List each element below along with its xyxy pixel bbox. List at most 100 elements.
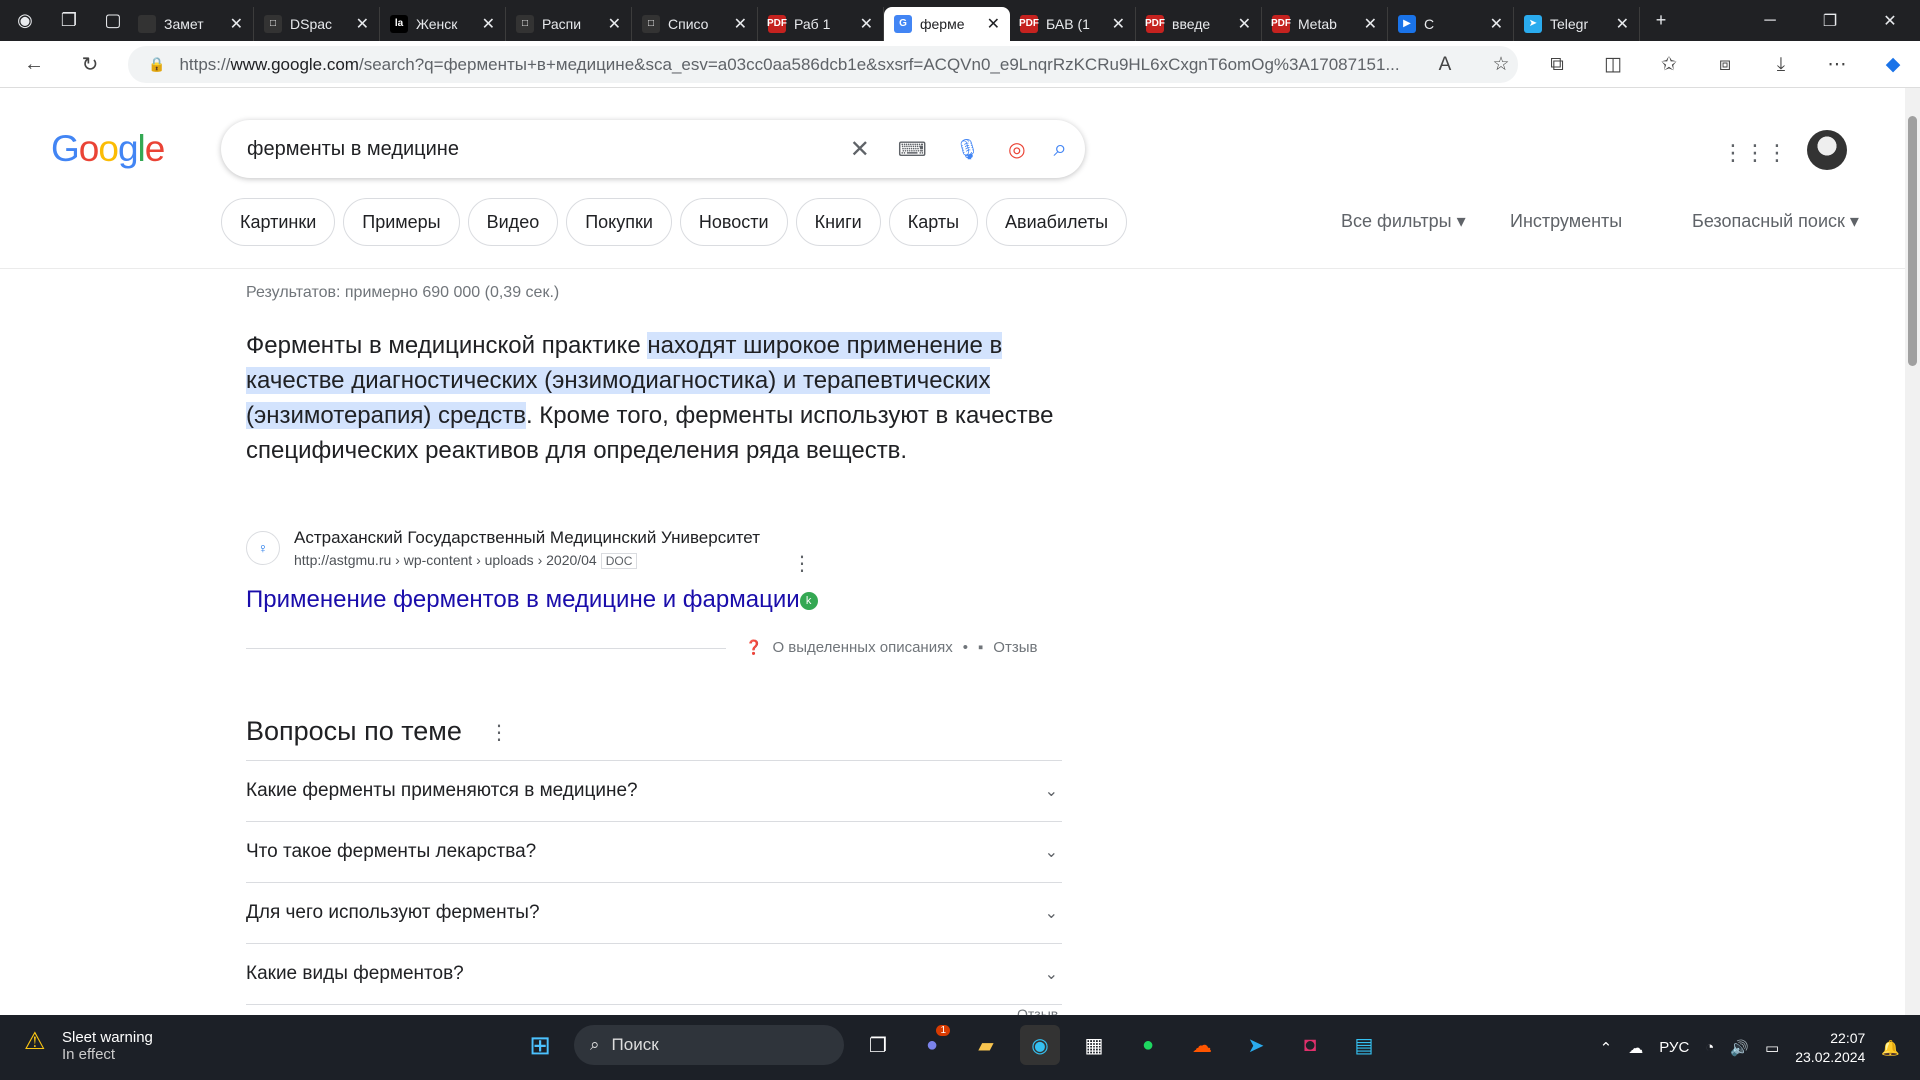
tab-6[interactable]: G ферме ✕ — [884, 6, 1010, 41]
tab-1[interactable]: □ DSpac ✕ — [254, 6, 380, 41]
tab-3[interactable]: □ Распи ✕ — [506, 6, 632, 41]
edge-icon[interactable]: ◉ — [1020, 1025, 1060, 1065]
downloads-icon[interactable]: ⤓ — [1764, 54, 1798, 76]
paa-question[interactable]: Какие виды ферментов? ⌄ — [246, 944, 1062, 1005]
tab-close-icon[interactable]: ✕ — [860, 14, 873, 34]
tab-close-icon[interactable]: ✕ — [1112, 14, 1125, 34]
read-aloud-icon[interactable]: A — [1428, 54, 1462, 76]
tab-close-icon[interactable]: ✕ — [608, 14, 621, 34]
snippet-source[interactable]: ♀ Астраханский Государственный Медицинск… — [246, 528, 760, 569]
spotify-icon[interactable]: ● — [1128, 1025, 1168, 1065]
language-indicator[interactable]: РУС — [1659, 1039, 1689, 1056]
tab-title: Metab — [1298, 15, 1337, 32]
search-icon[interactable]: ⌕ — [1054, 135, 1067, 163]
weather-widget[interactable]: ⚠ Sleet warning In effect — [24, 1029, 153, 1064]
paa-question[interactable]: Что такое ферменты лекарства? ⌄ — [246, 822, 1062, 883]
app-icon[interactable]: ▤ — [1344, 1025, 1384, 1065]
collections-icon[interactable]: ⧈ — [1708, 54, 1742, 76]
clock[interactable]: 22:07 23.02.2024 — [1795, 1029, 1865, 1067]
start-icon[interactable]: ⊞ — [520, 1025, 560, 1065]
chip-5[interactable]: Книги — [795, 198, 881, 246]
tab-close-icon[interactable]: ✕ — [1490, 14, 1503, 34]
paa-question[interactable]: Для чего используют ферменты? ⌄ — [246, 883, 1062, 944]
tray-overflow-icon[interactable]: ⌃ — [1600, 1039, 1613, 1057]
profile-icon[interactable]: ◉ — [10, 6, 40, 36]
lens-icon[interactable]: ◎ — [1008, 137, 1025, 162]
avatar[interactable] — [1807, 130, 1847, 170]
chat-icon[interactable]: ● 1 — [912, 1025, 952, 1065]
tab-8[interactable]: PDF введе ✕ — [1136, 6, 1262, 41]
tab-close-icon[interactable]: ✕ — [734, 14, 747, 34]
apps-grid-icon[interactable]: ⋮⋮⋮ — [1722, 140, 1788, 166]
tab-close-icon[interactable]: ✕ — [987, 14, 1000, 34]
task-view-icon[interactable]: ❐ — [858, 1025, 898, 1065]
store-icon[interactable]: ▦ — [1074, 1025, 1114, 1065]
workspaces-icon[interactable]: ❐ — [54, 6, 84, 36]
network-status-icon[interactable]: ☁ — [1628, 1039, 1643, 1057]
google-logo[interactable]: Google — [51, 128, 165, 170]
taskbar-search[interactable]: ⌕ Поиск — [574, 1025, 844, 1065]
safe-search-button[interactable]: Безопасный поиск ▾ — [1692, 211, 1859, 232]
file-explorer-icon[interactable]: ▰ — [966, 1025, 1006, 1065]
tab-close-icon[interactable]: ✕ — [1616, 14, 1629, 34]
tab-close-icon[interactable]: ✕ — [482, 14, 495, 34]
notifications-icon[interactable]: 🔔 — [1881, 1039, 1900, 1057]
featured-feedback-link[interactable]: Отзыв — [993, 639, 1037, 656]
url-domain: www.google.com — [230, 54, 359, 74]
tab-0[interactable]: Замет ✕ — [128, 6, 254, 41]
tab-11[interactable]: ➤ Telegr ✕ — [1514, 6, 1640, 41]
paa-more-icon[interactable]: ⋮ — [489, 720, 509, 745]
tab-7[interactable]: PDF БАВ (1 ✕ — [1010, 6, 1136, 41]
instagram-icon[interactable]: ◘ — [1290, 1025, 1330, 1065]
tab-close-icon[interactable]: ✕ — [1364, 14, 1377, 34]
battery-icon[interactable]: ▭ — [1765, 1039, 1779, 1057]
extensions-icon[interactable]: ⧉ — [1540, 54, 1574, 76]
chip-4[interactable]: Новости — [679, 198, 788, 246]
tab-close-icon[interactable]: ✕ — [1238, 14, 1251, 34]
split-screen-icon[interactable]: ◫ — [1596, 53, 1630, 76]
all-filters-button[interactable]: Все фильтры ▾ — [1341, 211, 1466, 232]
chip-3[interactable]: Покупки — [566, 198, 672, 246]
tab-9[interactable]: PDF Metab ✕ — [1262, 6, 1388, 41]
paa-question[interactable]: Какие ферменты применяются в медицине? ⌄ — [246, 761, 1062, 822]
new-tab-icon[interactable]: + — [1646, 6, 1676, 36]
chip-7[interactable]: Авиабилеты — [986, 198, 1128, 246]
page-scrollbar[interactable] — [1905, 88, 1920, 1015]
close-window-icon[interactable]: ✕ — [1860, 1, 1920, 41]
result-title-link[interactable]: Применение ферментов в медицине и фармац… — [246, 586, 818, 614]
keyboard-icon[interactable]: ⌨ — [898, 137, 927, 162]
tab-4[interactable]: □ Списо ✕ — [632, 6, 758, 41]
favorite-star-icon[interactable]: ☆ — [1484, 53, 1518, 76]
about-featured-link[interactable]: О выделенных описаниях — [772, 639, 952, 656]
clear-icon[interactable]: ✕ — [850, 135, 870, 164]
tools-button[interactable]: Инструменты — [1510, 211, 1622, 232]
volume-icon[interactable]: 🔊 — [1730, 1039, 1749, 1057]
url-field[interactable]: 🔒 https://www.google.com/search?q=фермен… — [128, 46, 1518, 83]
tab-close-icon[interactable]: ✕ — [230, 14, 243, 34]
favorites-icon[interactable]: ✩ — [1652, 53, 1686, 76]
telegram-icon[interactable]: ➤ — [1236, 1025, 1276, 1065]
refresh-icon[interactable]: ↻ — [70, 44, 110, 84]
tab-actions-icon[interactable]: ▢ — [98, 6, 128, 36]
maximize-icon[interactable]: ❐ — [1800, 1, 1860, 41]
tab-10[interactable]: ▶ С ✕ — [1388, 6, 1514, 41]
tab-5[interactable]: PDF Раб 1 ✕ — [758, 6, 884, 41]
minimize-icon[interactable]: ─ — [1740, 1, 1800, 41]
tab-title: Замет — [164, 15, 204, 32]
wifi-icon[interactable]: ◔ — [1705, 1039, 1714, 1056]
copilot-icon[interactable]: ◆ — [1876, 53, 1910, 76]
mic-icon[interactable]: 🎙 — [955, 137, 980, 162]
paa-feedback-link[interactable]: Отзыв — [1017, 1006, 1058, 1015]
chip-0[interactable]: Картинки — [221, 198, 336, 246]
chip-1[interactable]: Примеры — [343, 198, 460, 246]
result-more-icon[interactable]: ⋮ — [792, 551, 812, 576]
tab-close-icon[interactable]: ✕ — [356, 14, 369, 34]
tab-2[interactable]: la Женск ✕ — [380, 6, 506, 41]
more-menu-icon[interactable]: ⋯ — [1820, 53, 1854, 76]
chip-2[interactable]: Видео — [467, 198, 559, 246]
chip-6[interactable]: Карты — [888, 198, 979, 246]
soundcloud-icon[interactable]: ☁ — [1182, 1025, 1222, 1065]
scroll-thumb[interactable] — [1908, 116, 1917, 366]
search-input[interactable]: ферменты в медицине ✕ ⌨ 🎙 ◎ ⌕ — [221, 120, 1085, 178]
back-icon[interactable]: ← — [14, 44, 54, 84]
